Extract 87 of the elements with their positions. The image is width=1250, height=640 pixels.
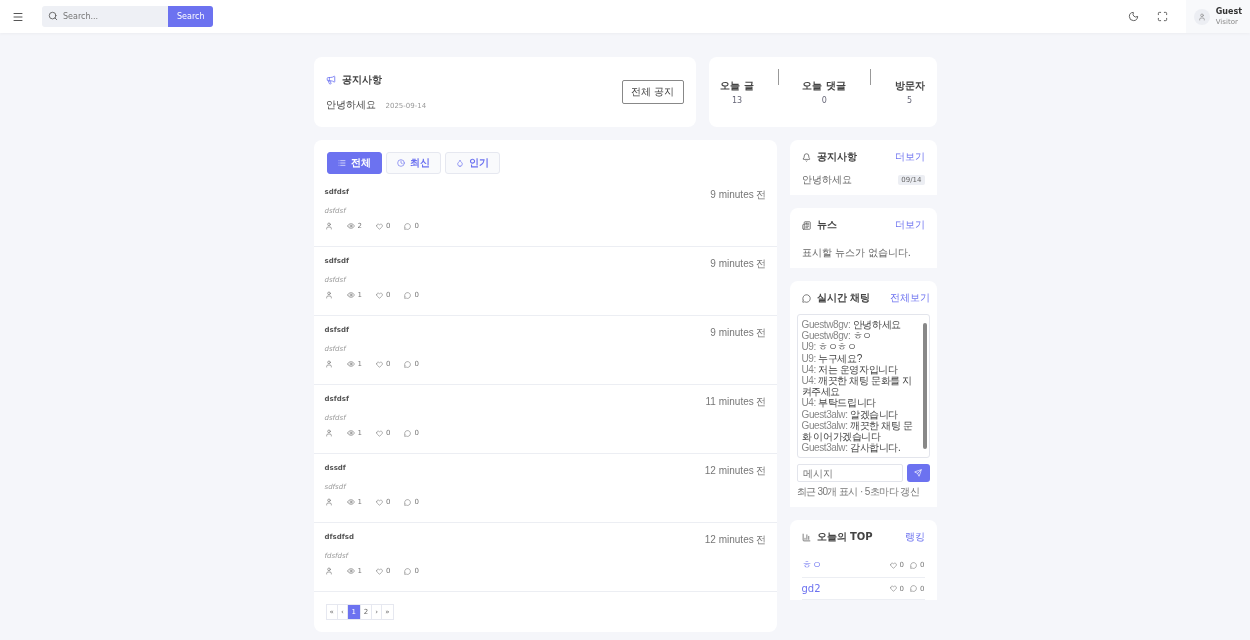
heart-icon — [375, 567, 383, 575]
all-notices-button[interactable]: 전체 공지 — [622, 80, 684, 104]
filter-tab[interactable]: 최신 — [385, 152, 441, 174]
post-time: 9 minutes 전 — [710, 257, 767, 271]
widget-title: 공지사항 — [816, 150, 857, 164]
eye-icon — [346, 222, 355, 230]
notice-item[interactable]: 안녕하세요 — [801, 173, 852, 187]
heart-icon — [375, 429, 383, 437]
comment-icon — [404, 498, 412, 506]
chat-message: U4: 깨끗한 채팅 문화를 지켜주세요 — [801, 374, 913, 398]
clock-icon — [396, 159, 405, 167]
chat-message: U4: 저는 운영자입니다 — [801, 363, 899, 375]
eye-icon — [346, 567, 355, 575]
stat-label: 오늘 글 — [720, 79, 754, 93]
user-icon — [324, 567, 333, 575]
post-time: 12 minutes 전 — [704, 464, 767, 478]
filter-tab[interactable]: 전체 — [326, 152, 382, 174]
eye-icon — [346, 429, 355, 437]
eye-icon — [346, 498, 355, 506]
user-icon — [324, 360, 333, 368]
notice-item: 안녕하세요 — [325, 98, 376, 110]
megaphone-icon — [325, 74, 336, 85]
comment-icon — [404, 567, 412, 575]
eye-icon — [346, 360, 355, 368]
avatar-icon — [1193, 8, 1210, 25]
list-icon — [337, 159, 346, 167]
post-time: 9 minutes 전 — [710, 326, 767, 340]
stat-label: 방문자 — [894, 79, 925, 93]
send-button[interactable] — [906, 464, 930, 483]
user-icon — [324, 429, 333, 437]
chat-message: Guest3alw: 깨끗한 채팅 문화 이어가겠습니다 — [801, 419, 914, 443]
heart-icon — [375, 222, 383, 230]
heart-icon — [889, 561, 897, 569]
comment-icon — [404, 429, 412, 437]
heart-icon — [375, 291, 383, 299]
user-icon — [324, 498, 333, 506]
top-post-link[interactable]: ㅎㅇ — [801, 558, 822, 573]
more-link[interactable]: 전체보기 — [889, 291, 930, 305]
top-post-link[interactable]: gd2 — [801, 583, 821, 595]
heart-icon — [375, 498, 383, 506]
filter-tab[interactable]: 인기 — [444, 152, 500, 174]
ranking-link[interactable]: 랭킹 — [904, 530, 925, 545]
comment-icon — [910, 585, 918, 593]
widget-title: 뉴스 — [816, 218, 837, 232]
search-field[interactable]: Search... — [42, 6, 168, 27]
fullscreen-icon[interactable] — [1156, 11, 1168, 22]
chat-message: Guestw8gv: 안녕하세요 — [801, 319, 902, 331]
comment-icon — [404, 360, 412, 368]
message-field[interactable]: 메시지 — [796, 464, 903, 483]
moon-icon[interactable] — [1127, 11, 1139, 22]
chat-message: U9: ㅎㅇㅎㅇ — [801, 341, 858, 353]
user-name: Guest — [1215, 7, 1242, 16]
newspaper-icon — [801, 220, 811, 230]
stat-value: 5 — [907, 96, 913, 105]
chat-message: U4: 부탁드립니다 — [801, 397, 877, 409]
more-link[interactable]: 더보기 — [894, 218, 925, 232]
eye-icon — [346, 291, 355, 299]
heart-icon — [889, 585, 897, 593]
comment-icon — [404, 222, 412, 230]
chat-message: U9: 누구세요? — [801, 352, 863, 364]
user-icon — [324, 291, 333, 299]
chat-message: Guestw8gv: ㅎㅇ — [801, 330, 873, 342]
menu-icon[interactable] — [12, 10, 24, 23]
stat-value: 13 — [732, 96, 743, 105]
user-icon — [324, 222, 333, 230]
widget-title: 오늘의 TOP — [816, 530, 873, 545]
widget-title: 실시간 채팅 — [816, 291, 870, 305]
send-icon — [914, 469, 922, 478]
chat-icon — [801, 293, 811, 303]
comment-icon — [404, 291, 412, 299]
post-time: 12 minutes 전 — [704, 533, 767, 547]
chat-message: Guest3alw: 감사합니다. — [801, 442, 902, 454]
post-time: 11 minutes 전 — [705, 395, 767, 409]
scrollbar[interactable] — [922, 323, 927, 450]
heart-icon — [375, 360, 383, 368]
comment-icon — [910, 561, 918, 569]
more-link[interactable]: 더보기 — [894, 150, 925, 164]
bell-icon — [801, 152, 811, 162]
stat-label: 오늘 댓글 — [802, 79, 846, 93]
empty-message: 표시할 뉴스가 없습니다. — [801, 247, 912, 258]
search-button[interactable]: Search — [168, 6, 214, 27]
stat-value: 0 — [821, 96, 827, 105]
post-time: 9 minutes 전 — [710, 188, 767, 202]
notice-title: 공지사항 — [341, 72, 382, 87]
chart-icon — [801, 532, 811, 542]
chat-note: 최근 30개 표시 · 5초마다 갱신 — [796, 485, 920, 500]
chat-message: Guest3alw: 알겠습니다 — [801, 408, 899, 420]
